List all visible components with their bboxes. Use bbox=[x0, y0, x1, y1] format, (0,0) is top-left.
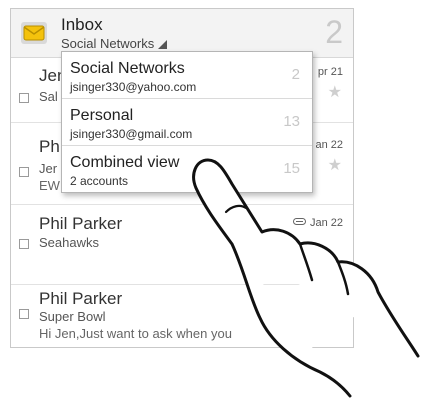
email-date: pr 21 bbox=[317, 66, 343, 78]
email-date: an 22 bbox=[315, 139, 343, 151]
menu-item-title: Personal bbox=[70, 107, 134, 124]
email-row[interactable]: Phil Parker Super Bowl Hi Jen,Just want … bbox=[11, 285, 353, 347]
email-subject: Seahawks bbox=[39, 235, 99, 250]
email-sender: Ph bbox=[39, 137, 60, 156]
email-subject: Sal bbox=[39, 89, 58, 104]
envelope-icon bbox=[21, 22, 47, 44]
email-date-with-attachment: Jan 22 bbox=[292, 217, 343, 229]
email-checkbox[interactable] bbox=[19, 93, 29, 103]
email-subject: Super Bowl bbox=[39, 309, 106, 324]
menu-item-count: 15 bbox=[283, 160, 300, 177]
menu-item-count: 13 bbox=[283, 113, 300, 130]
menu-item-personal[interactable]: Personal jsinger330@gmail.com 13 bbox=[62, 99, 312, 146]
email-checkbox[interactable] bbox=[19, 239, 29, 249]
email-sender: Phil Parker bbox=[39, 214, 123, 233]
email-sender: Phil Parker bbox=[39, 289, 123, 308]
dropdown-triangle-icon bbox=[158, 40, 168, 49]
email-preview: EWI bbox=[39, 178, 64, 193]
email-date: Jan 22 bbox=[309, 217, 343, 229]
email-subject: Jer bbox=[39, 161, 58, 176]
menu-item-count: 2 bbox=[291, 66, 300, 83]
menu-item-email: jsinger330@yahoo.com bbox=[70, 80, 197, 94]
menu-item-title: Social Networks bbox=[70, 60, 185, 77]
menu-item-email: jsinger330@gmail.com bbox=[70, 127, 193, 141]
paperclip-icon bbox=[292, 218, 306, 225]
unread-count: 2 bbox=[325, 14, 343, 50]
star-icon[interactable]: ★ bbox=[328, 82, 342, 102]
account-dropdown-menu: Social Networks jsinger330@yahoo.com 2 P… bbox=[61, 51, 313, 193]
menu-item-accounts: 2 accounts bbox=[70, 174, 129, 188]
email-checkbox[interactable] bbox=[19, 167, 29, 177]
star-icon[interactable]: ★ bbox=[328, 155, 342, 175]
menu-item-social-networks[interactable]: Social Networks jsinger330@yahoo.com 2 bbox=[62, 52, 312, 99]
account-label: Social Networks bbox=[61, 36, 155, 51]
page-title: Inbox bbox=[61, 15, 103, 34]
email-row[interactable]: Phil Parker Seahawks Jan 22 bbox=[11, 205, 353, 285]
menu-item-title: Combined view bbox=[70, 154, 180, 171]
account-selector[interactable]: Social Networks bbox=[61, 36, 168, 51]
email-preview: Hi Jen,Just want to ask when you bbox=[39, 326, 232, 341]
menu-item-combined-view[interactable]: Combined view 2 accounts 15 bbox=[62, 146, 312, 192]
email-checkbox[interactable] bbox=[19, 309, 29, 319]
